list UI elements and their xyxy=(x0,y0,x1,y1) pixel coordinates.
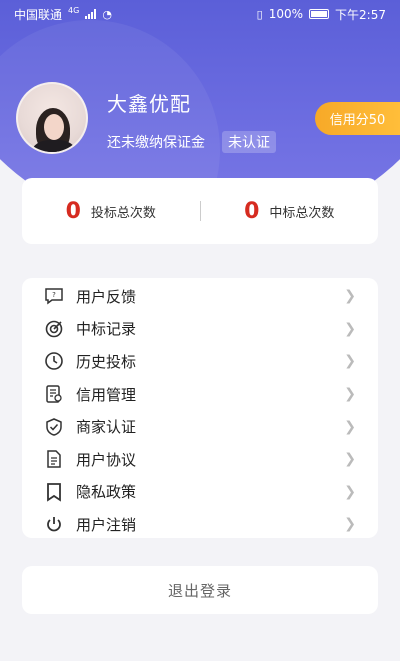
menu-item-privacy-policy[interactable]: 隐私政策 ❯ xyxy=(22,476,378,509)
chevron-right-icon: ❯ xyxy=(344,288,356,305)
menu-label: 用户反馈 xyxy=(76,287,137,306)
battery-percent: 100% xyxy=(268,7,304,21)
menu-item-win-records[interactable]: 中标记录 ❯ xyxy=(22,313,378,346)
bookmark-icon xyxy=(44,482,64,502)
deposit-status: 还未缴纳保证金 xyxy=(107,135,205,151)
bid-count-stat[interactable]: 0 投标总次数 xyxy=(22,199,200,224)
win-count-value: 0 xyxy=(244,198,260,224)
wifi-icon: ◔ xyxy=(102,7,112,21)
chevron-right-icon: ❯ xyxy=(344,386,356,403)
power-icon xyxy=(44,514,64,534)
menu-label: 商家认证 xyxy=(76,418,137,437)
clock-icon xyxy=(44,351,64,371)
bid-count-label: 投标总次数 xyxy=(90,205,156,221)
battery-icon xyxy=(309,9,330,19)
menu-item-account-cancellation[interactable]: 用户注销 ❯ xyxy=(22,508,378,541)
menu-card: ? 用户反馈 ❯ 中标记录 ❯ 历史投标 ❯ 信用管理 ❯ 商家认证 ❯ 用户协… xyxy=(22,278,378,538)
logout-button[interactable]: 退出登录 xyxy=(22,566,378,614)
chevron-right-icon: ❯ xyxy=(344,320,356,337)
carrier-label: 中国联通 xyxy=(14,7,63,22)
user-name: 大鑫优配 xyxy=(107,92,191,116)
certification-badge[interactable]: 未认证 xyxy=(222,131,276,153)
svg-text:?: ? xyxy=(52,291,56,299)
win-count-label: 中标总次数 xyxy=(269,205,335,221)
menu-label: 隐私政策 xyxy=(76,483,137,502)
chevron-right-icon: ❯ xyxy=(344,418,356,435)
chevron-right-icon: ❯ xyxy=(344,353,356,370)
credit-doc-icon xyxy=(44,384,64,404)
menu-label: 中标记录 xyxy=(76,320,137,339)
bid-count-value: 0 xyxy=(65,198,81,224)
clock-time: 下午2:57 xyxy=(335,7,386,22)
chevron-right-icon: ❯ xyxy=(344,516,356,533)
document-icon xyxy=(44,449,64,469)
menu-item-history-bids[interactable]: 历史投标 ❯ xyxy=(22,345,378,378)
vibrate-icon: ▯ xyxy=(256,7,263,21)
menu-label: 用户协议 xyxy=(76,450,137,469)
credit-score-badge[interactable]: 信用分50 xyxy=(315,102,400,135)
feedback-icon: ? xyxy=(44,286,64,306)
avatar[interactable] xyxy=(16,82,88,154)
network-type: 4G xyxy=(68,5,80,15)
chevron-right-icon: ❯ xyxy=(344,451,356,468)
status-bar: 中国联通 4G ◔ ▯ 100% 下午2:57 xyxy=(0,0,400,28)
signal-icon xyxy=(85,9,97,19)
menu-label: 信用管理 xyxy=(76,385,137,404)
target-icon xyxy=(44,319,64,339)
win-count-stat[interactable]: 0 中标总次数 xyxy=(201,199,379,224)
menu-label: 用户注销 xyxy=(76,515,137,534)
menu-item-user-agreement[interactable]: 用户协议 ❯ xyxy=(22,443,378,476)
menu-item-merchant-certification[interactable]: 商家认证 ❯ xyxy=(22,410,378,443)
chevron-right-icon: ❯ xyxy=(344,483,356,500)
menu-item-credit-management[interactable]: 信用管理 ❯ xyxy=(22,378,378,411)
stats-card: 0 投标总次数 0 中标总次数 xyxy=(22,178,378,244)
menu-label: 历史投标 xyxy=(76,352,137,371)
menu-item-feedback[interactable]: ? 用户反馈 ❯ xyxy=(22,280,378,313)
shield-check-icon xyxy=(44,417,64,437)
